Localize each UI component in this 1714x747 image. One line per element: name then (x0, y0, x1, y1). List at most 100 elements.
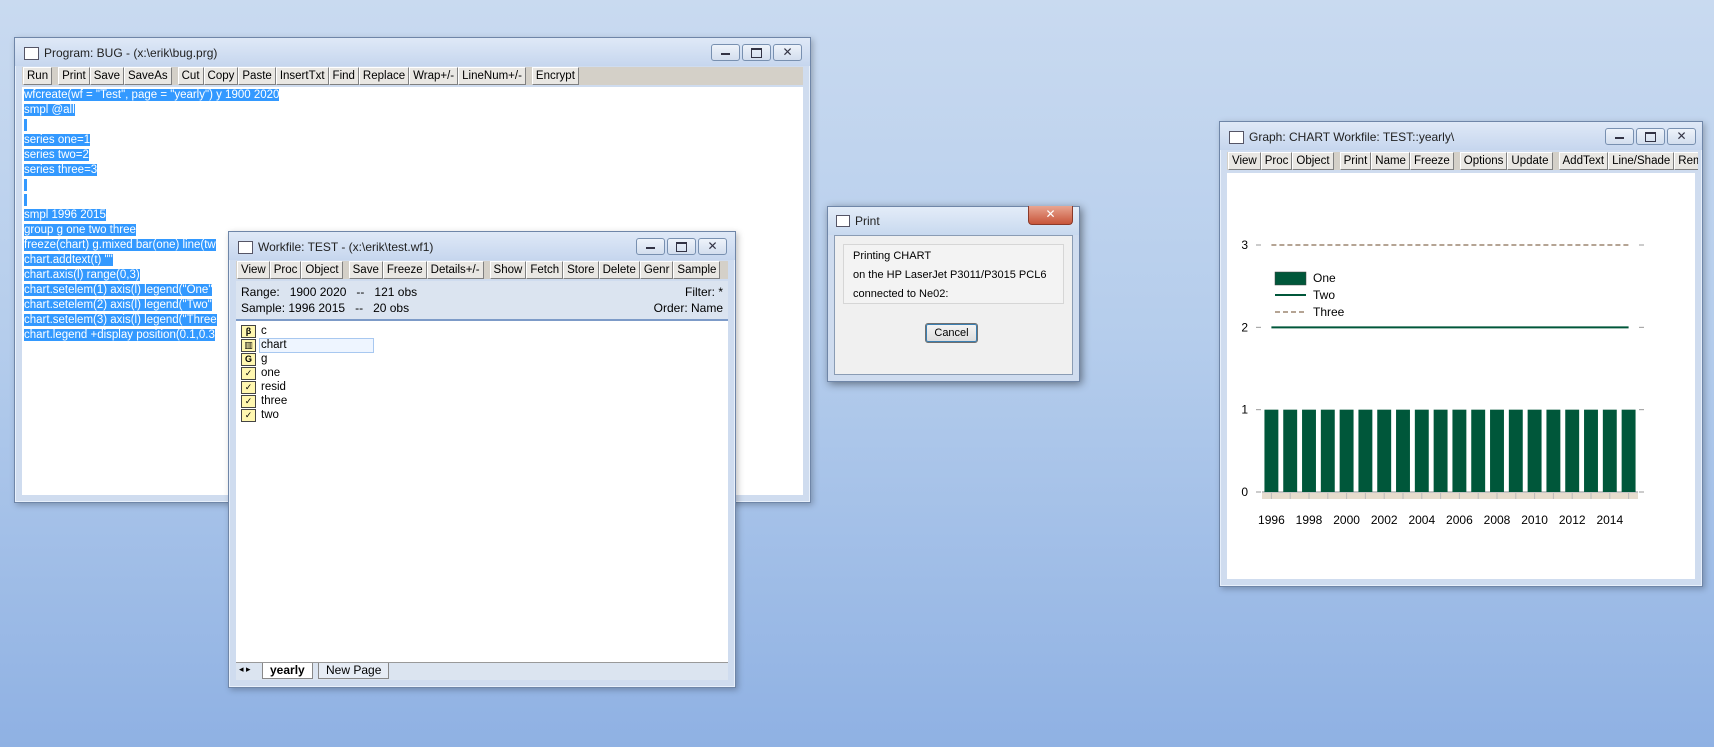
page-tabs: ◂ ▸ yearly New Page (236, 662, 728, 680)
code-line (24, 194, 28, 207)
code-line: smpl 1996 2015 (24, 209, 106, 221)
program-titlebar[interactable]: Program: BUG - (x:\erik\bug.prg) ✕ (15, 38, 810, 66)
chart-area[interactable]: 0 1 2 3 1996 1998 2000 2002 2004 2006 2008 2010 2012… (1227, 173, 1695, 579)
workfile-titlebar[interactable]: Workfile: TEST - (x:\erik\test.wf1) ✕ (229, 232, 735, 260)
bar-one (1358, 409, 1373, 492)
freeze-button[interactable]: Freeze (1409, 152, 1454, 170)
update-button[interactable]: Update (1507, 152, 1553, 170)
freeze-button[interactable]: Freeze (382, 261, 427, 279)
series-icon: ✓ (241, 395, 256, 408)
delete-button[interactable]: Delete (598, 261, 640, 279)
store-button[interactable]: Store (563, 261, 599, 279)
replace-button[interactable]: Replace (358, 67, 410, 85)
workfile-info: Range: 1900 2020 -- 121 obs Filter: * Sa… (236, 281, 728, 321)
x-tick-label: 1996 (1258, 513, 1285, 527)
bar-one (1302, 409, 1316, 492)
close-button[interactable]: ✕ (1667, 128, 1696, 145)
code-line: series three=3 (24, 164, 98, 176)
legend-label-one: One (1313, 271, 1336, 285)
remove-button[interactable]: Remo (1674, 152, 1698, 170)
dialog-close-button[interactable]: ✕ (1028, 206, 1073, 225)
wrap-button[interactable]: Wrap+/- (409, 67, 459, 85)
addtext-button[interactable]: AddText (1558, 152, 1609, 170)
sample-button[interactable]: Sample (673, 261, 721, 279)
linenum-button[interactable]: LineNum+/- (458, 67, 526, 85)
saveas-button[interactable]: SaveAs (123, 67, 172, 85)
inserttxt-button[interactable]: InsertTxt (275, 67, 329, 85)
copy-button[interactable]: Copy (203, 67, 239, 85)
fetch-button[interactable]: Fetch (526, 261, 564, 279)
bar-one (1339, 409, 1354, 492)
bar-one (1508, 409, 1523, 492)
cancel-button[interactable]: Cancel (925, 323, 978, 343)
code-line: freeze(chart) g.mixed bar(one) line(tw (24, 239, 216, 251)
view-button[interactable]: View (1228, 152, 1261, 170)
bar-one (1433, 409, 1448, 492)
print-dialog-titlebar[interactable]: Print ✕ (828, 206, 1079, 235)
graph-titlebar[interactable]: Graph: CHART Workfile: TEST::yearly\ ✕ (1220, 122, 1702, 150)
tab-yearly[interactable]: yearly (262, 663, 313, 679)
legend-swatch-one (1274, 271, 1307, 286)
cut-button[interactable]: Cut (177, 67, 204, 85)
x-tick-label: 2008 (1484, 513, 1511, 527)
y-tick-label: 2 (1241, 320, 1248, 334)
graph-toolbar: View Proc Object Print Name Freeze Optio… (1227, 152, 1698, 170)
print-button[interactable]: Print (58, 67, 90, 85)
minimize-button[interactable] (1605, 128, 1634, 145)
print-dialog-icon (836, 215, 850, 227)
coefficient-icon: β (241, 325, 256, 338)
printing-label: Printing CHART (853, 250, 932, 262)
printer-name-label: on the HP LaserJet P3011/P3015 PCL6 (853, 269, 1047, 281)
code-line: smpl @all (24, 104, 75, 116)
bar-one (1320, 409, 1335, 492)
encrypt-button[interactable]: Encrypt (531, 67, 579, 85)
code-line: wfcreate(wf = "Test", page = "yearly") y… (24, 89, 280, 101)
show-button[interactable]: Show (489, 261, 527, 279)
details-button[interactable]: Details+/- (426, 261, 484, 279)
find-button[interactable]: Find (328, 67, 359, 85)
close-button[interactable]: ✕ (698, 238, 727, 255)
y-tick-label: 1 (1241, 403, 1248, 417)
print-dialog-title: Print (855, 214, 880, 228)
run-button[interactable]: Run (23, 67, 53, 85)
x-tick-label: 2006 (1446, 513, 1473, 527)
object-button[interactable]: Object (1292, 152, 1334, 170)
paste-button[interactable]: Paste (238, 67, 276, 85)
bar-one (1565, 409, 1580, 492)
workfile-toolbar: View Proc Object Save Freeze Details+/- … (236, 261, 728, 279)
filter-text: Filter: * (684, 285, 723, 299)
legend-label-two: Two (1313, 288, 1335, 302)
object-button[interactable]: Object (301, 261, 343, 279)
lineshade-button[interactable]: Line/Shade (1608, 152, 1675, 170)
print-dialog: Print ✕ Printing CHART on the HP LaserJe… (827, 206, 1080, 382)
bar-one (1264, 409, 1279, 492)
bar-one (1471, 409, 1486, 492)
maximize-button[interactable] (742, 44, 771, 61)
maximize-button[interactable] (667, 238, 696, 255)
x-tick-label: 2002 (1371, 513, 1398, 527)
minimize-button[interactable] (636, 238, 665, 255)
view-button[interactable]: View (237, 261, 270, 279)
printer-port-label: connected to Ne02: (853, 288, 949, 300)
proc-button[interactable]: Proc (1260, 152, 1293, 170)
sample-text: Sample: 1996 2015 -- 20 obs (241, 301, 410, 315)
code-line: group g one two three (24, 224, 136, 236)
tab-scroll-arrows[interactable]: ◂ ▸ (239, 664, 251, 675)
maximize-button[interactable] (1636, 128, 1665, 145)
object-list[interactable]: β c ▥ chart G g ✓ one ✓ resid ✓ three ✓ … (236, 321, 728, 662)
print-button[interactable]: Print (1339, 152, 1372, 170)
proc-button[interactable]: Proc (269, 261, 302, 279)
name-button[interactable]: Name (1371, 152, 1410, 170)
print-dialog-body: Printing CHART on the HP LaserJet P3011/… (834, 235, 1073, 375)
save-button[interactable]: Save (89, 67, 124, 85)
genr-button[interactable]: Genr (639, 261, 674, 279)
options-button[interactable]: Options (1459, 152, 1508, 170)
tab-new-page[interactable]: New Page (318, 663, 390, 679)
minimize-button[interactable] (711, 44, 740, 61)
save-button[interactable]: Save (348, 261, 383, 279)
bar-one (1602, 409, 1617, 492)
code-line (24, 119, 28, 132)
workfile-title: Workfile: TEST - (x:\erik\test.wf1) (258, 240, 434, 254)
code-line (24, 179, 28, 192)
close-button[interactable]: ✕ (773, 44, 802, 61)
